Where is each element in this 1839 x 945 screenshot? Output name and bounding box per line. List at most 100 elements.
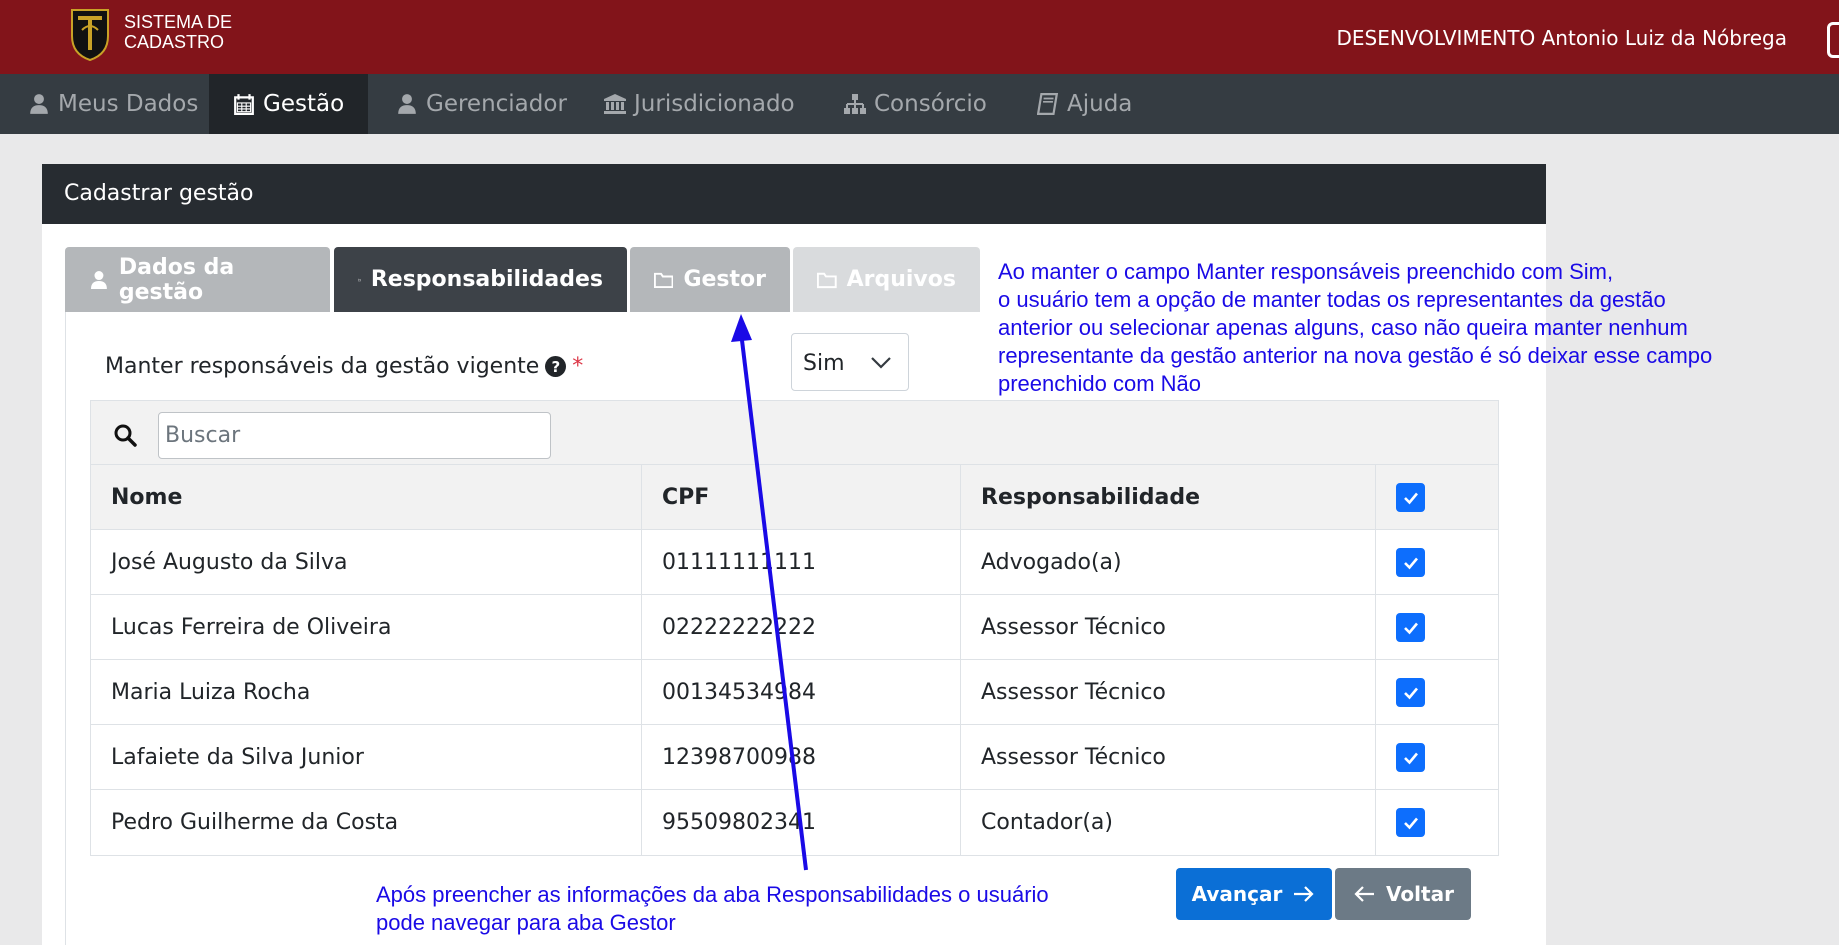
nav-consorcio[interactable]: Consórcio — [820, 74, 1011, 134]
table-row: José Augusto da Silva 01111111111 Advoga… — [91, 530, 1498, 595]
book-icon — [1037, 93, 1059, 115]
select-all-cell — [1375, 465, 1498, 530]
table-row: Lucas Ferreira de Oliveira 02222222222 A… — [91, 595, 1498, 660]
nav-label: Ajuda — [1067, 91, 1133, 117]
nav-label: Gestão — [263, 91, 345, 117]
check-icon — [1403, 492, 1418, 504]
cell-select — [1375, 790, 1498, 855]
cell-nome: Maria Luiza Rocha — [111, 680, 311, 705]
main-navbar: Meus Dados Gestão Gerenciador Jurisdicio… — [0, 74, 1839, 134]
row-checkbox[interactable] — [1396, 808, 1425, 837]
cell-cpf: 95509802341 — [641, 790, 960, 855]
voltar-button[interactable]: Voltar — [1335, 868, 1471, 920]
annotation-line: Após preencher as informações da aba Res… — [376, 882, 1049, 907]
nav-gestao[interactable]: Gestão — [209, 74, 369, 134]
annotation-line: anterior ou selecionar apenas alguns, ca… — [998, 315, 1688, 340]
tab-label: Responsabilidades — [370, 267, 603, 292]
nav-gerenciador[interactable]: Gerenciador — [372, 74, 591, 134]
chevron-down-icon — [871, 357, 891, 369]
top-header: SISTEMA DE CADASTRO DESENVOLVIMENTO Anto… — [0, 0, 1839, 74]
folder-icon — [358, 278, 361, 281]
annotation-line: Ao manter o campo Manter responsáveis pr… — [998, 259, 1614, 284]
tab-label: Gestor — [683, 267, 766, 292]
column-header-cpf[interactable]: CPF — [641, 465, 960, 530]
tab-label: Arquivos — [846, 267, 956, 292]
cell-nome: Lucas Ferreira de Oliveira — [111, 615, 392, 640]
cell-select — [1375, 725, 1498, 790]
table-row: Lafaiete da Silva Junior 12398700988 Ass… — [91, 725, 1498, 790]
nav-jurisdicionado[interactable]: Jurisdicionado — [580, 74, 819, 134]
cell-cpf: 12398700988 — [641, 725, 960, 790]
nav-label: Jurisdicionado — [634, 91, 795, 117]
calendar-icon — [234, 94, 254, 115]
column-header-nome[interactable]: Nome — [91, 465, 641, 530]
row-checkbox[interactable] — [1396, 548, 1425, 577]
select-value: Sim — [803, 351, 845, 376]
cell-responsabilidade: Assessor Técnico — [960, 725, 1375, 790]
cell-responsabilidade: Assessor Técnico — [960, 660, 1375, 725]
table-row: Pedro Guilherme da Costa 95509802341 Con… — [91, 790, 1498, 855]
annotation-line: o usuário tem a opção de manter todas os… — [998, 287, 1666, 312]
logo-icon — [71, 9, 109, 62]
annotation-line: preenchido com Não — [998, 371, 1202, 396]
user-icon — [90, 270, 107, 289]
annotation-bottom: Após preencher as informações da aba Res… — [376, 881, 1049, 937]
cell-responsabilidade: Contador(a) — [960, 790, 1375, 855]
user-icon — [30, 94, 48, 114]
bank-icon — [604, 94, 626, 114]
row-checkbox[interactable] — [1396, 743, 1425, 772]
sitemap-icon — [844, 94, 866, 114]
user-icon — [398, 94, 416, 114]
cell-responsabilidade: Assessor Técnico — [960, 595, 1375, 660]
field-label-text: Manter responsáveis da gestão vigente — [105, 354, 540, 379]
cell-cpf: 00134534984 — [641, 660, 960, 725]
check-icon — [1403, 622, 1418, 634]
cell-responsabilidade: Advogado(a) — [960, 530, 1375, 595]
cell-select — [1375, 530, 1498, 595]
folder-icon — [817, 272, 837, 288]
card-title: Cadastrar gestão — [42, 164, 1546, 224]
row-checkbox[interactable] — [1396, 678, 1425, 707]
nav-label: Meus Dados — [58, 91, 199, 117]
user-name[interactable]: DESENVOLVIMENTO Antonio Luiz da Nóbrega — [1337, 26, 1787, 50]
nav-meus-dados[interactable]: Meus Dados — [4, 74, 222, 134]
tab-arquivos[interactable]: Arquivos — [793, 247, 980, 312]
brand-line-2: CADASTRO — [124, 32, 225, 52]
required-mark: * — [572, 354, 584, 379]
tab-gestor[interactable]: Gestor — [630, 247, 790, 312]
table-row: Maria Luiza Rocha 00134534984 Assessor T… — [91, 660, 1498, 725]
arrow-right-icon — [1294, 886, 1314, 902]
responsaveis-table: Nome CPF Responsabilidade José Augusto d… — [90, 400, 1499, 856]
annotation-line: representante da gestão anterior na nova… — [998, 343, 1713, 368]
search-icon — [114, 424, 137, 447]
tab-label: Dados da gestão — [118, 254, 235, 305]
search-input[interactable] — [158, 412, 551, 459]
nav-ajuda[interactable]: Ajuda — [1013, 74, 1156, 134]
row-checkbox[interactable] — [1396, 613, 1425, 642]
table-header: Nome CPF Responsabilidade — [91, 465, 1498, 530]
cell-cpf: 02222222222 — [641, 595, 960, 660]
check-icon — [1403, 817, 1418, 829]
select-all-checkbox[interactable] — [1396, 483, 1425, 512]
check-icon — [1403, 687, 1418, 699]
search-row — [91, 401, 1498, 465]
manter-responsaveis-select[interactable]: Sim — [791, 333, 909, 391]
avancar-button[interactable]: Avançar — [1176, 868, 1332, 920]
brand-name: SISTEMA DE CADASTRO — [124, 12, 232, 52]
cell-select — [1375, 660, 1498, 725]
tab-dados-da-gestao[interactable]: Dados da gestão — [65, 247, 330, 312]
cell-select — [1375, 595, 1498, 660]
brand-line-1: SISTEMA DE — [124, 12, 233, 32]
help-icon[interactable]: ? — [545, 356, 567, 377]
annotation-top: Ao manter o campo Manter responsáveis pr… — [998, 258, 1712, 398]
tab-responsabilidades[interactable]: Responsabilidades — [334, 247, 627, 312]
manter-responsaveis-label: Manter responsáveis da gestão vigente ? … — [105, 354, 583, 379]
nav-label: Gerenciador — [426, 91, 567, 117]
user-menu-icon[interactable] — [1827, 22, 1839, 58]
cell-nome: José Augusto da Silva — [111, 550, 348, 575]
column-header-responsabilidade[interactable]: Responsabilidade — [960, 465, 1375, 530]
cell-nome: Pedro Guilherme da Costa — [111, 810, 399, 835]
cell-cpf: 01111111111 — [641, 530, 960, 595]
button-label: Voltar — [1386, 882, 1454, 906]
check-icon — [1403, 557, 1418, 569]
